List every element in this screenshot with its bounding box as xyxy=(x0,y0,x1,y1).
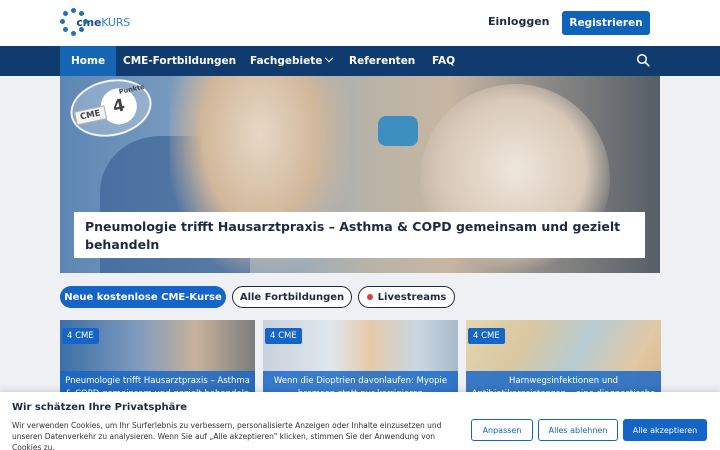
logo-dots-icon xyxy=(60,8,88,36)
main-nav: Home CME-Fortbildungen Fachgebiete Refer… xyxy=(0,46,720,76)
cme-tag: 4 CME xyxy=(62,328,99,344)
nav-item-referenten[interactable]: Referenten xyxy=(349,46,415,76)
cookie-title: Wir schätzen Ihre Privatsphäre xyxy=(12,402,188,413)
login-link[interactable]: Einloggen xyxy=(488,15,549,28)
nav-item-home[interactable]: Home xyxy=(60,46,117,76)
nav-item-fachgebiete[interactable]: Fachgebiete xyxy=(250,46,334,76)
hero-banner[interactable]: CME 4 Punkte Pneumologie trifft Hausarzt… xyxy=(60,76,660,273)
cme-tag: 4 CME xyxy=(468,328,505,344)
live-dot-icon xyxy=(366,294,373,300)
top-header: cmeKURS Einloggen Registrieren xyxy=(0,0,720,46)
cookie-accept-button[interactable]: Alle akzeptieren xyxy=(623,419,707,441)
cme-points-badge: CME 4 Punkte xyxy=(65,76,157,144)
cme-tag: 4 CME xyxy=(265,328,302,344)
search-icon[interactable] xyxy=(636,53,650,67)
chevron-down-icon xyxy=(325,53,334,63)
course-card[interactable]: 4 CME Wenn die Dioptrien davonlaufen: My… xyxy=(263,320,458,400)
cookie-reject-button[interactable]: Alles ablehnen xyxy=(538,419,618,441)
nav-item-fachgebiete-label: Fachgebiete xyxy=(250,55,323,67)
hero-title[interactable]: Pneumologie trifft Hausarztpraxis – Asth… xyxy=(74,212,645,258)
badge-number: 4 xyxy=(110,94,127,117)
cme-kurs-logo[interactable]: cmeKURS xyxy=(60,6,130,38)
nav-item-faq[interactable]: FAQ xyxy=(432,46,455,76)
course-card[interactable]: 4 CME Harnwegsinfektionen und Antibiotik… xyxy=(466,320,661,400)
course-card[interactable]: 4 CME Pneumologie trifft Hausarztpraxis … xyxy=(60,320,255,400)
badge-cme-label: CME xyxy=(73,105,107,126)
register-button[interactable]: Registrieren xyxy=(562,11,650,35)
nav-item-cme-fortbildungen[interactable]: CME-Fortbildungen xyxy=(123,46,236,76)
filter-all-courses[interactable]: Alle Fortbildungen xyxy=(232,286,352,308)
filter-new-free-courses[interactable]: Neue kostenlose CME-Kurse xyxy=(60,286,226,308)
filter-livestreams-label: Livestreams xyxy=(377,291,447,303)
cookie-text: Wir verwenden Cookies, um Ihr Surferlebn… xyxy=(12,421,442,450)
inhaler-shape xyxy=(378,116,418,146)
cookie-customize-button[interactable]: Anpassen xyxy=(471,419,533,441)
filter-livestreams[interactable]: Livestreams xyxy=(358,286,455,308)
